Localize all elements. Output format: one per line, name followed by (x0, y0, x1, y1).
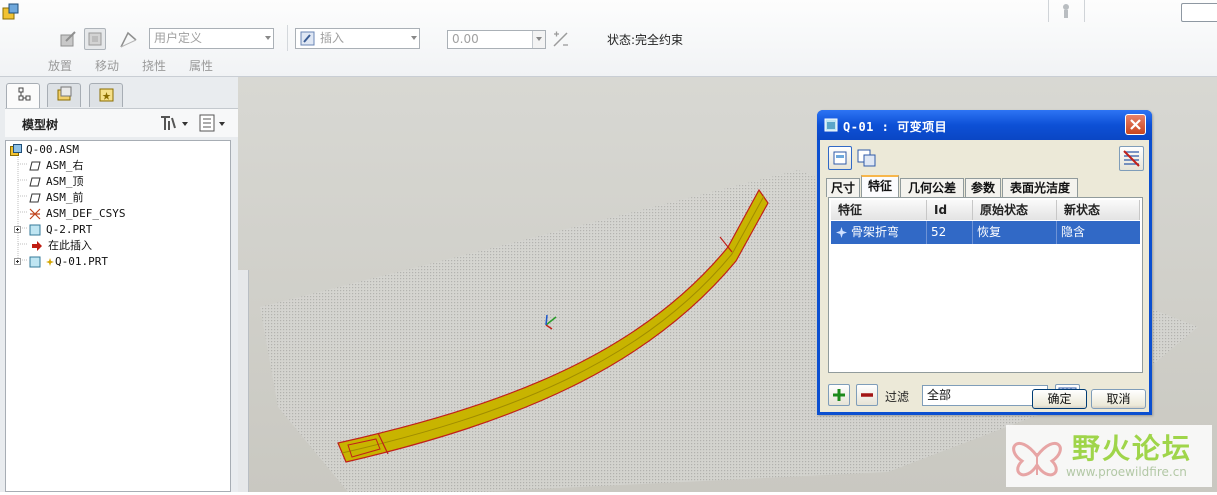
tab-parameters[interactable]: 参数 (965, 178, 1001, 197)
assembly-icon[interactable] (2, 3, 20, 21)
table-view-button[interactable] (828, 146, 852, 170)
offset-value: 0.00 (452, 32, 479, 46)
coordinate-system-icon (29, 208, 41, 220)
butterfly-logo-icon (1012, 442, 1062, 477)
filter-label: 过滤 (885, 390, 910, 404)
navigator-panel: 模型树 Q-00.ASM ASM_右 ASM_顶 ASM_前 ASM_DEF_C… (0, 77, 239, 492)
tree-item-label: Q-01.PRT (55, 255, 108, 268)
dialog-titlebar[interactable]: Q-01 : 可变项目 (817, 110, 1152, 140)
table-view-icon (833, 151, 847, 165)
close-button[interactable] (1125, 114, 1146, 135)
flexibility-icon[interactable] (117, 28, 139, 50)
part-icon (29, 256, 41, 268)
tab-dimensions[interactable]: 尺寸 (826, 178, 860, 197)
cell-id: 52 (927, 221, 973, 244)
tab-folder-browser[interactable] (47, 83, 81, 107)
dialog-title: Q-01 : 可变项目 (843, 120, 948, 134)
column-header-new-state[interactable]: 新状态 (1057, 200, 1140, 220)
insert-mode-value: 插入 (320, 31, 345, 45)
assembly-icon (10, 144, 22, 156)
place-icon[interactable] (57, 28, 79, 50)
flexible-star-icon (46, 258, 54, 266)
flexibility-label[interactable]: 挠性 (142, 57, 166, 74)
ok-button[interactable]: 确定 (1032, 389, 1087, 409)
tree-item-label: Q-2.PRT (46, 223, 93, 236)
settings-icon[interactable] (158, 113, 192, 133)
dashboard-toolbar: 放置 移动 挠性 属性 用户定义 插入 0.00 状态:完全约束 (0, 0, 1217, 77)
filter-value: 全部 (927, 388, 952, 402)
remove-item-button[interactable] (856, 384, 878, 406)
expand-icon[interactable] (14, 258, 21, 265)
dialog-body: 尺寸 特征 几何公差 参数 表面光洁度 特征 Id 原始状态 新状态 骨架折弯 … (820, 140, 1149, 412)
model-tree-header: 模型树 (5, 108, 238, 137)
constraint-type-value: 用户定义 (154, 31, 203, 45)
tree-item-label: Q-00.ASM (26, 143, 79, 156)
pause-area (1048, 0, 1085, 22)
datum-plane-icon (29, 161, 41, 171)
cell-new-state: 隐含 (1057, 221, 1140, 244)
column-header-id[interactable]: Id (927, 200, 973, 220)
watermark-url: www.proewildfire.cn (1066, 465, 1187, 479)
minus-icon (861, 393, 873, 397)
tab-features[interactable]: 特征 (861, 175, 899, 198)
constraint-type-select[interactable]: 用户定义 (149, 28, 274, 49)
offset-input[interactable]: 0.00 (447, 30, 546, 49)
filter-select[interactable]: 全部 (922, 385, 1048, 406)
tree-item-label: ASM_顶 (46, 175, 84, 188)
tree-item-label: ASM_右 (46, 159, 84, 172)
insert-arrow-icon (32, 241, 42, 251)
watermark-brand: 野火论坛 (1072, 432, 1193, 465)
panel-sash[interactable] (238, 270, 249, 492)
features-table[interactable]: 特征 Id 原始状态 新状态 骨架折弯 52 恢复 隐含 (828, 197, 1143, 373)
datum-plane-icon (29, 193, 41, 203)
datum-plane-icon (29, 177, 41, 187)
model-tree[interactable]: Q-00.ASM ASM_右 ASM_顶 ASM_前 ASM_DEF_CSYS … (5, 140, 231, 492)
remove-all-icon (1123, 150, 1140, 167)
show-icon[interactable] (198, 113, 232, 133)
column-header-feature[interactable]: 特征 (831, 200, 927, 220)
model-tree-title: 模型树 (22, 118, 59, 132)
variable-items-dialog: Q-01 : 可变项目 尺寸 特征 几何公差 参数 表面光洁度 特征 Id 原始… (817, 110, 1152, 415)
cell-original-state: 恢复 (973, 221, 1057, 244)
plus-icon (833, 389, 845, 401)
close-icon (1130, 119, 1141, 130)
tab-surface-finish[interactable]: 表面光洁度 (1002, 178, 1078, 197)
status-text: 状态:完全约束 (607, 33, 684, 47)
table-row[interactable]: 骨架折弯 52 恢复 隐含 (831, 221, 1140, 244)
insert-mode-select[interactable]: 插入 (295, 28, 420, 49)
feature-icon (836, 227, 847, 238)
tree-item-label: ASM_DEF_CSYS (46, 207, 126, 220)
place-label[interactable]: 放置 (48, 57, 72, 74)
remove-all-button[interactable] (1119, 146, 1144, 171)
feature-name: 骨架折弯 (851, 225, 900, 239)
tab-geometric-tolerances[interactable]: 几何公差 (900, 178, 964, 197)
window-icon (824, 118, 838, 132)
tree-item-label: 在此插入 (48, 239, 92, 252)
toolbar-separator (287, 25, 288, 51)
move-label[interactable]: 移动 (95, 57, 119, 74)
properties-label[interactable]: 属性 (189, 57, 213, 74)
column-header-original-state[interactable]: 原始状态 (973, 200, 1057, 220)
pause-icon[interactable] (1061, 3, 1071, 19)
expand-icon[interactable] (14, 226, 21, 233)
confirm-button[interactable] (1181, 3, 1217, 22)
add-item-button[interactable] (828, 384, 850, 406)
move-icon[interactable] (84, 28, 106, 50)
tree-view-icon (857, 149, 876, 167)
flip-icon[interactable] (551, 30, 571, 50)
tab-model-tree[interactable] (6, 83, 40, 109)
cell-feature: 骨架折弯 (831, 221, 927, 244)
cancel-button[interactable]: 取消 (1091, 389, 1146, 409)
tab-favorites[interactable] (89, 83, 123, 107)
tree-item-label: ASM_前 (46, 191, 84, 204)
insert-icon (300, 31, 315, 46)
watermark: 野火论坛 www.proewildfire.cn (1006, 425, 1212, 487)
tree-view-button[interactable] (856, 147, 878, 169)
part-icon (29, 224, 41, 236)
